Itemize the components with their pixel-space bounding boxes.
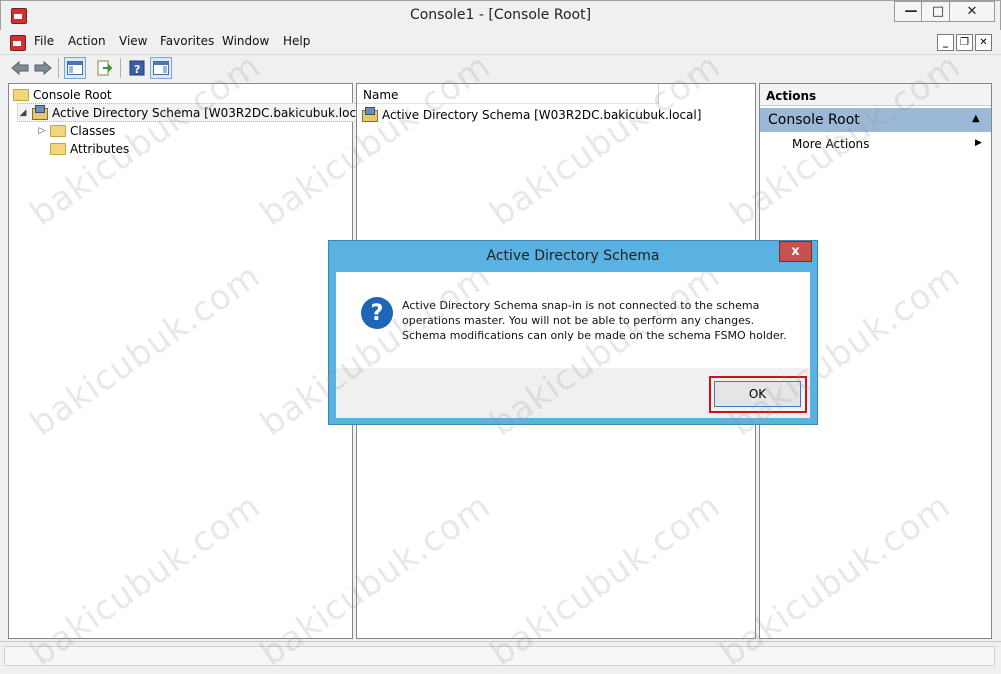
tree-item-classes[interactable]: ▷ Classes <box>37 122 116 139</box>
mdi-close-button[interactable]: ✕ <box>975 34 992 51</box>
action-item-label: More Actions <box>792 137 870 151</box>
menu-view[interactable]: View <box>119 34 147 48</box>
question-icon: ? <box>361 297 393 329</box>
actions-section-label: Console Root <box>768 112 860 128</box>
menu-bar: File Action View Favorites Window Help _… <box>0 30 1001 54</box>
dialog-body: ? Active Directory Schema snap-in is not… <box>336 272 810 418</box>
show-hide-tree-icon[interactable] <box>64 57 86 79</box>
tree-item-label: Active Directory Schema [W03R2DC.bakicub… <box>52 105 372 120</box>
menu-favorites[interactable]: Favorites <box>160 34 214 48</box>
toolbar-separator <box>120 58 121 78</box>
actions-header: Actions <box>760 84 991 106</box>
show-hide-action-pane-icon[interactable] <box>150 57 172 79</box>
dialog-message-line: operations master. You will not be able … <box>402 314 755 327</box>
schema-snapin-icon <box>31 105 48 120</box>
dialog-message: Active Directory Schema snap-in is not c… <box>402 298 792 343</box>
tree-item-label: Classes <box>70 123 116 138</box>
export-list-icon[interactable] <box>94 57 116 79</box>
dialog-message-line: Schema modifications can only be made on… <box>402 329 787 342</box>
console-tree-pane: Console Root ◢ Active Directory Schema [… <box>8 83 373 639</box>
actions-section-console-root[interactable]: Console Root ▲ <box>760 108 991 132</box>
menu-help[interactable]: Help <box>283 34 310 48</box>
menu-action[interactable]: Action <box>68 34 106 48</box>
window-titlebar: Console1 - [Console Root] — □ ✕ <box>0 0 1001 30</box>
menu-file[interactable]: File <box>34 34 54 48</box>
tree-item-label: Attributes <box>70 141 130 156</box>
toolbar-separator <box>58 58 59 78</box>
svg-text:?: ? <box>134 63 140 76</box>
status-bar <box>0 641 1001 671</box>
mdi-minimize-button[interactable]: _ <box>937 34 954 51</box>
dialog-title: Active Directory Schema <box>486 248 660 264</box>
forward-arrow-icon[interactable] <box>32 57 54 79</box>
expand-arrow-icon[interactable]: ▷ <box>37 126 47 136</box>
tree-item-schema[interactable]: ◢ Active Directory Schema [W03R2DC.bakic… <box>17 103 373 122</box>
collapse-arrow-icon[interactable]: ◢ <box>18 108 28 118</box>
console-menu-icon[interactable] <box>10 35 26 51</box>
message-dialog: Active Directory Schema x ? Active Direc… <box>328 240 818 425</box>
list-item-label: Active Directory Schema [W03R2DC.bakicub… <box>382 107 702 122</box>
ok-button[interactable]: OK <box>714 381 801 407</box>
column-header-name[interactable]: Name <box>357 84 659 104</box>
list-item[interactable]: Active Directory Schema [W03R2DC.bakicub… <box>361 106 701 123</box>
toolbar: ? <box>0 54 1001 80</box>
window-title: Console1 - [Console Root] <box>409 7 592 23</box>
mdi-restore-button[interactable]: ❐ <box>956 34 973 51</box>
tree-item-console-root[interactable]: Console Root <box>13 86 112 103</box>
folder-icon <box>50 124 66 137</box>
collapse-up-arrow-icon[interactable]: ▲ <box>972 113 980 124</box>
tree-item-attributes[interactable]: Attributes <box>50 140 129 157</box>
schema-snapin-icon <box>361 107 378 122</box>
back-arrow-icon[interactable] <box>9 57 31 79</box>
folder-icon <box>13 88 29 101</box>
dialog-message-line: Active Directory Schema snap-in is not c… <box>402 299 760 312</box>
tree-item-label: Console Root <box>33 87 112 102</box>
help-icon[interactable]: ? <box>126 57 148 79</box>
status-bar-panel <box>4 646 995 666</box>
action-more-actions[interactable]: More Actions ▶ <box>760 135 991 155</box>
dialog-close-button[interactable]: x <box>779 241 812 262</box>
window-close-button[interactable]: ✕ <box>949 1 995 22</box>
menu-window[interactable]: Window <box>222 34 269 48</box>
folder-icon <box>50 142 66 155</box>
submenu-arrow-icon: ▶ <box>975 138 982 148</box>
